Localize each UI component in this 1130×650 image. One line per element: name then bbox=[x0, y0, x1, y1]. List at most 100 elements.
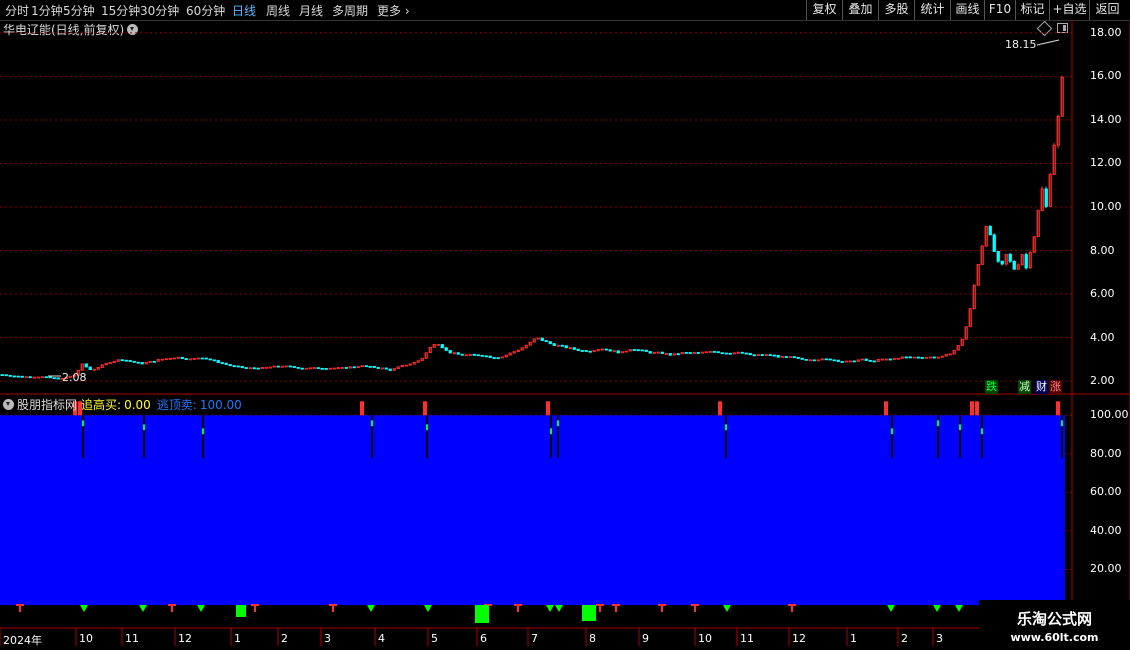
period-tab-60min[interactable]: 60分钟 bbox=[186, 2, 225, 19]
candle-body-749 bbox=[748, 352, 752, 356]
back-button[interactable]: 返回 bbox=[1089, 0, 1125, 20]
period-tab-fenshi[interactable]: 分时 bbox=[5, 2, 29, 19]
sell-signal-0 bbox=[80, 605, 88, 612]
period-tab-5min[interactable]: 5分钟 bbox=[63, 2, 95, 19]
candle-body-309 bbox=[308, 367, 312, 370]
escape-sell-area bbox=[0, 415, 1065, 605]
buy-signal-5 bbox=[514, 604, 522, 612]
period-tab-weekly[interactable]: 周线 bbox=[266, 2, 290, 19]
candle-body-413 bbox=[412, 361, 416, 365]
period-tab-1min[interactable]: 1分钟 bbox=[31, 2, 63, 19]
candle-body-1025 bbox=[1024, 254, 1028, 269]
date-tick-12: 9 bbox=[642, 632, 649, 645]
draw-line-button[interactable]: 画线 bbox=[950, 0, 984, 20]
period-tab-monthly[interactable]: 月线 bbox=[299, 2, 323, 19]
candle-body-285 bbox=[284, 365, 288, 368]
flag-finance[interactable]: 财 bbox=[1035, 380, 1048, 394]
indicator-tick-2: 60.00 bbox=[1090, 485, 1122, 499]
date-tick-2: 11 bbox=[125, 632, 139, 645]
candle-body-357 bbox=[356, 366, 360, 369]
chevron-down-icon[interactable] bbox=[127, 24, 139, 35]
period-tab-30min[interactable]: 30分钟 bbox=[140, 2, 179, 19]
candle-body-929 bbox=[928, 356, 932, 359]
escape-sell-value: 100.00 bbox=[199, 398, 242, 412]
candle-body-405 bbox=[404, 364, 408, 367]
chase-spike-7 bbox=[970, 401, 974, 416]
adjust-button[interactable]: 复权 bbox=[806, 0, 842, 20]
candle-body-229 bbox=[228, 364, 232, 367]
candle-body-825 bbox=[824, 358, 828, 361]
indicator-gap-5 bbox=[550, 415, 552, 458]
buy-signal-4 bbox=[484, 604, 492, 612]
candle-body-173 bbox=[172, 357, 176, 360]
candle-body-937 bbox=[936, 356, 940, 359]
indicator-menu-icon[interactable] bbox=[3, 399, 14, 410]
watermark-url: www.60lt.com bbox=[1010, 631, 1099, 644]
candle-body-353 bbox=[352, 366, 356, 369]
candle-body-253 bbox=[252, 367, 256, 370]
sell-signal-4 bbox=[424, 605, 432, 612]
candle-body-869 bbox=[868, 360, 872, 362]
candle-body-721 bbox=[720, 352, 724, 355]
candle-body-965 bbox=[964, 326, 968, 340]
candle-body-753 bbox=[752, 354, 756, 357]
candle-body-281 bbox=[280, 365, 284, 368]
panel-toggle-icon[interactable] bbox=[1057, 23, 1068, 33]
candle-body-761 bbox=[760, 354, 764, 356]
candle-body-325 bbox=[324, 368, 328, 370]
candle-body-137 bbox=[136, 361, 140, 364]
candle-body-1045 bbox=[1044, 188, 1048, 207]
candle-body-277 bbox=[276, 365, 280, 368]
date-tick-15: 12 bbox=[792, 632, 806, 645]
period-tab-more[interactable]: 更多 › bbox=[377, 2, 410, 19]
candle-body-873 bbox=[872, 360, 876, 363]
candle-body-1057 bbox=[1056, 115, 1060, 146]
date-tick-8: 5 bbox=[431, 632, 438, 645]
low-price-label: 2.08 bbox=[62, 371, 87, 384]
diamond-icon[interactable] bbox=[1036, 20, 1053, 37]
chase-spike-4 bbox=[546, 401, 550, 416]
candle-body-33 bbox=[32, 376, 36, 379]
flag-drop[interactable]: 跌 bbox=[985, 380, 998, 394]
candle-body-177 bbox=[176, 356, 180, 359]
indicator-gap-green-8 bbox=[891, 428, 893, 435]
candle-body-621 bbox=[620, 351, 624, 354]
statistics-button[interactable]: 统计 bbox=[914, 0, 950, 20]
flag-reduce[interactable]: 减 bbox=[1018, 380, 1031, 394]
candle-body-197 bbox=[196, 357, 200, 360]
multi-stock-button[interactable]: 多股 bbox=[878, 0, 914, 20]
candle-body-541 bbox=[540, 337, 544, 341]
candle-body-521 bbox=[520, 347, 524, 351]
green-cluster-1 bbox=[475, 605, 489, 623]
candle-body-105 bbox=[104, 363, 108, 366]
candle-body-605 bbox=[604, 348, 608, 351]
candle-body-821 bbox=[820, 358, 824, 361]
candle-body-369 bbox=[368, 365, 372, 368]
candle-body-201 bbox=[200, 357, 204, 360]
f10-button[interactable]: F10 bbox=[984, 0, 1015, 20]
candle-body-473 bbox=[472, 353, 476, 356]
flag-rise[interactable]: 涨 bbox=[1049, 380, 1062, 394]
candle-body-545 bbox=[544, 340, 548, 342]
candle-body-449 bbox=[448, 349, 452, 354]
price-chart[interactable] bbox=[0, 0, 1130, 650]
period-tab-multi[interactable]: 多周期 bbox=[332, 2, 368, 19]
add-watchlist-button[interactable]: +自选 bbox=[1049, 0, 1089, 20]
indicator-gap-green-1 bbox=[143, 424, 145, 431]
panel-toggle-inner bbox=[1063, 25, 1066, 31]
watermark: 乐淘公式网 www.60lt.com bbox=[979, 600, 1130, 650]
period-tab-15min[interactable]: 15分钟 bbox=[101, 2, 140, 19]
candle-body-709 bbox=[708, 350, 712, 353]
candle-body-817 bbox=[816, 359, 820, 362]
date-tick-4: 1 bbox=[234, 632, 241, 645]
candle-body-777 bbox=[776, 354, 780, 358]
candle-body-209 bbox=[208, 358, 212, 361]
candle-body-893 bbox=[892, 358, 896, 361]
indicator-gap-6 bbox=[557, 415, 559, 458]
period-tab-daily[interactable]: 日线 bbox=[232, 2, 256, 19]
date-tick-0: 2024年 bbox=[3, 634, 42, 647]
date-tick-11: 8 bbox=[589, 632, 596, 645]
mark-button[interactable]: 标记 bbox=[1015, 0, 1049, 20]
overlay-button[interactable]: 叠加 bbox=[842, 0, 878, 20]
candle-body-693 bbox=[692, 352, 696, 354]
